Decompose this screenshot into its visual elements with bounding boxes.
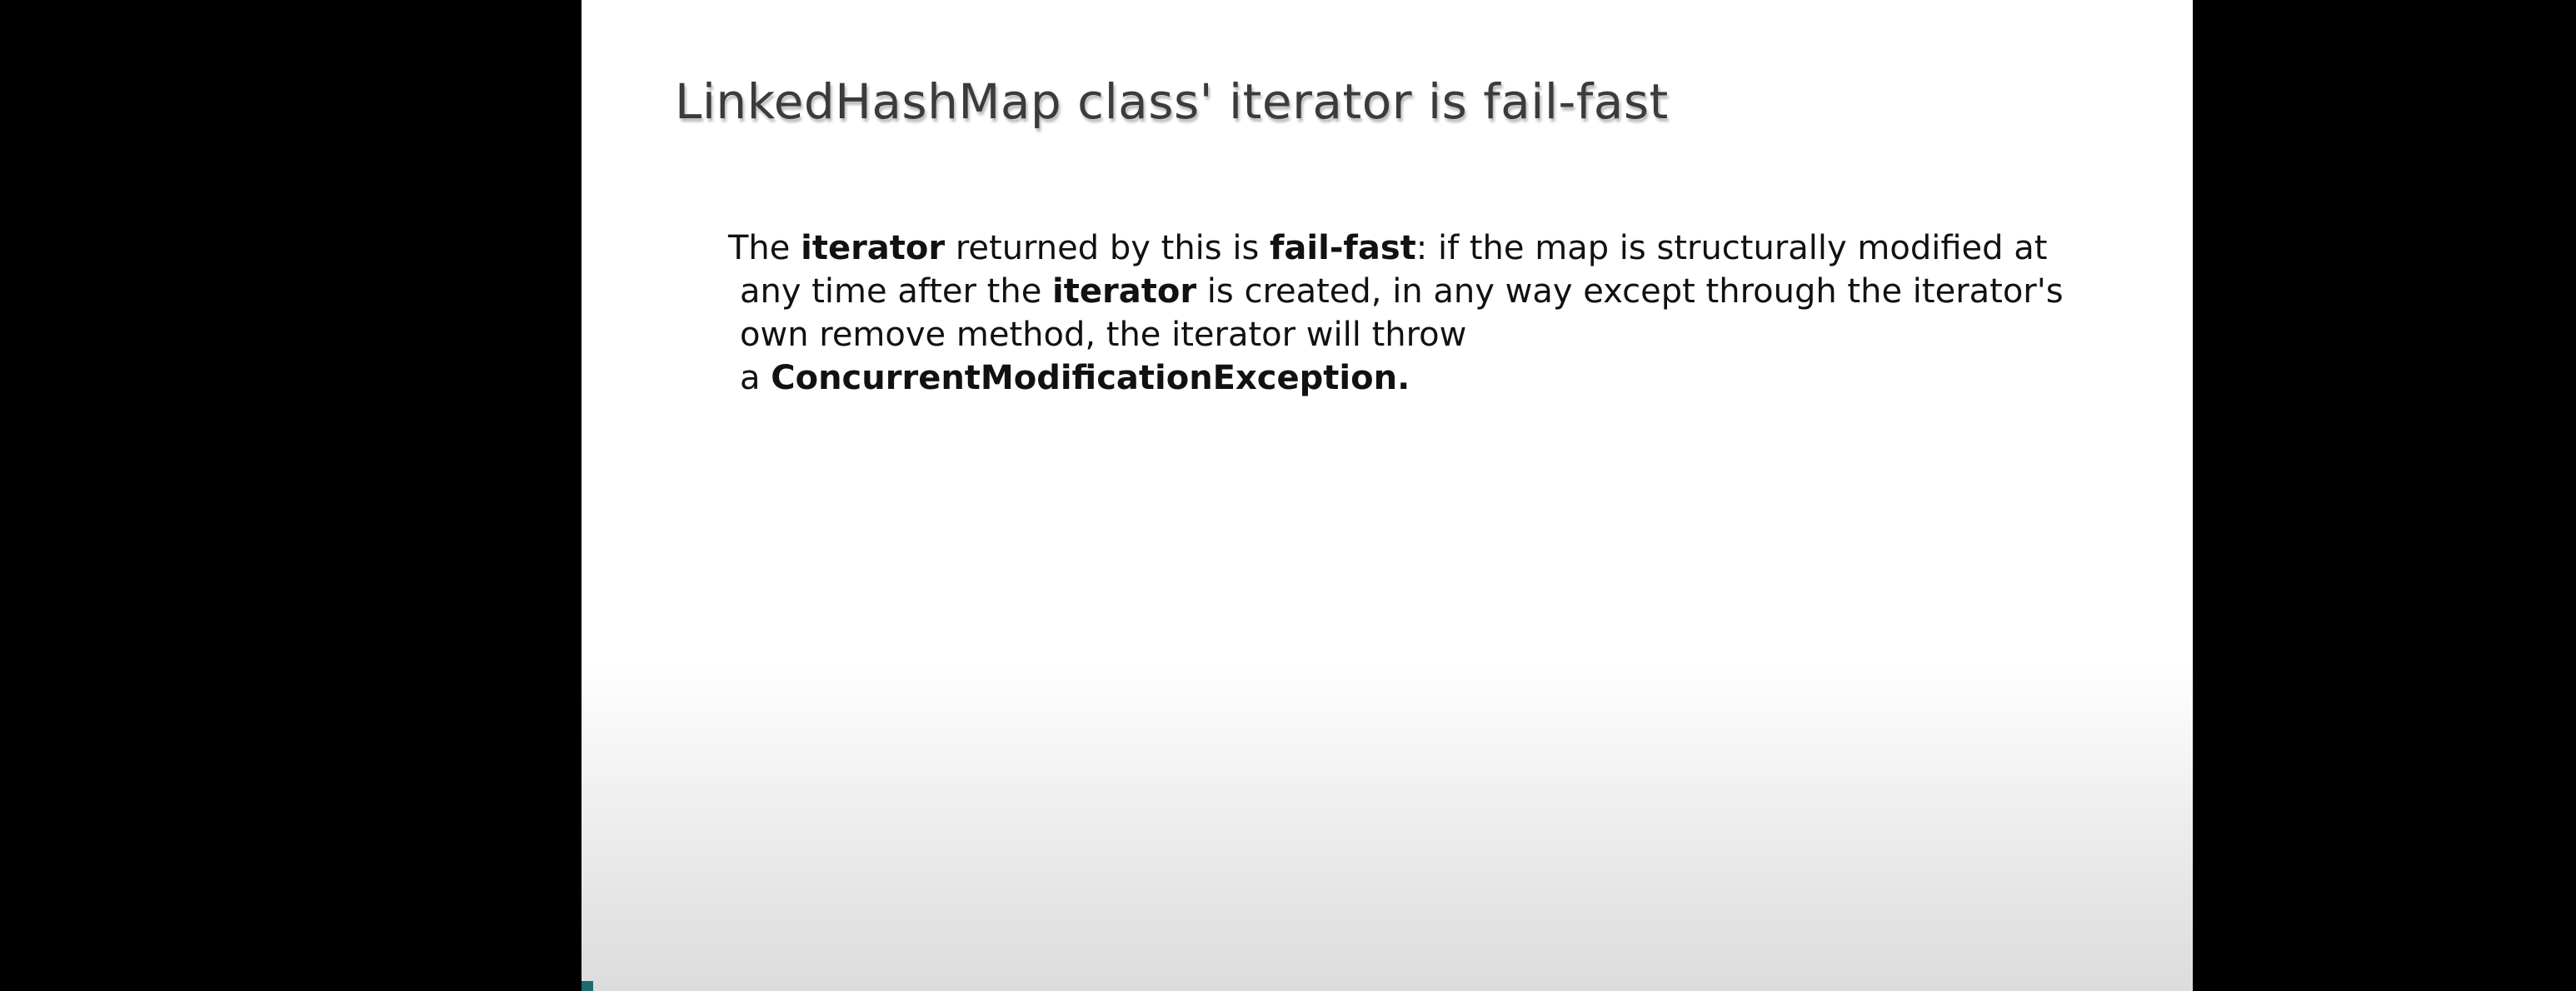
body-text: own remove method, the iterator will thr… (740, 316, 1467, 354)
slide-body-text: The iterator returned by this is fail-fa… (728, 227, 2144, 400)
bold-term-iterator: iterator (1052, 272, 1197, 311)
body-line-3: own remove method, the iterator will thr… (728, 313, 2144, 356)
body-text: is created, in any way except through th… (1196, 272, 2064, 311)
slide-title: LinkedHashMap class' iterator is fail-fa… (675, 73, 1669, 130)
bold-term-iterator: iterator (801, 229, 946, 267)
body-line-2: any time after the iterator is created, … (728, 270, 2144, 313)
body-line-1: The iterator returned by this is fail-fa… (728, 227, 2144, 270)
bold-term-fail-fast: fail-fast (1270, 229, 1416, 267)
presentation-slide: LinkedHashMap class' iterator is fail-fa… (582, 0, 2193, 991)
body-text: The (728, 229, 801, 267)
body-line-4: a ConcurrentModificationException. (728, 356, 2144, 400)
body-text: : if the map is structurally modified at (1415, 229, 2048, 267)
body-text: a (740, 359, 771, 397)
body-text: any time after the (740, 272, 1053, 311)
body-text: returned by this is (945, 229, 1271, 267)
bold-term-exception: ConcurrentModificationException. (771, 359, 1410, 397)
video-player-frame: LinkedHashMap class' iterator is fail-fa… (0, 0, 2576, 991)
progress-indicator-mark (582, 981, 593, 991)
